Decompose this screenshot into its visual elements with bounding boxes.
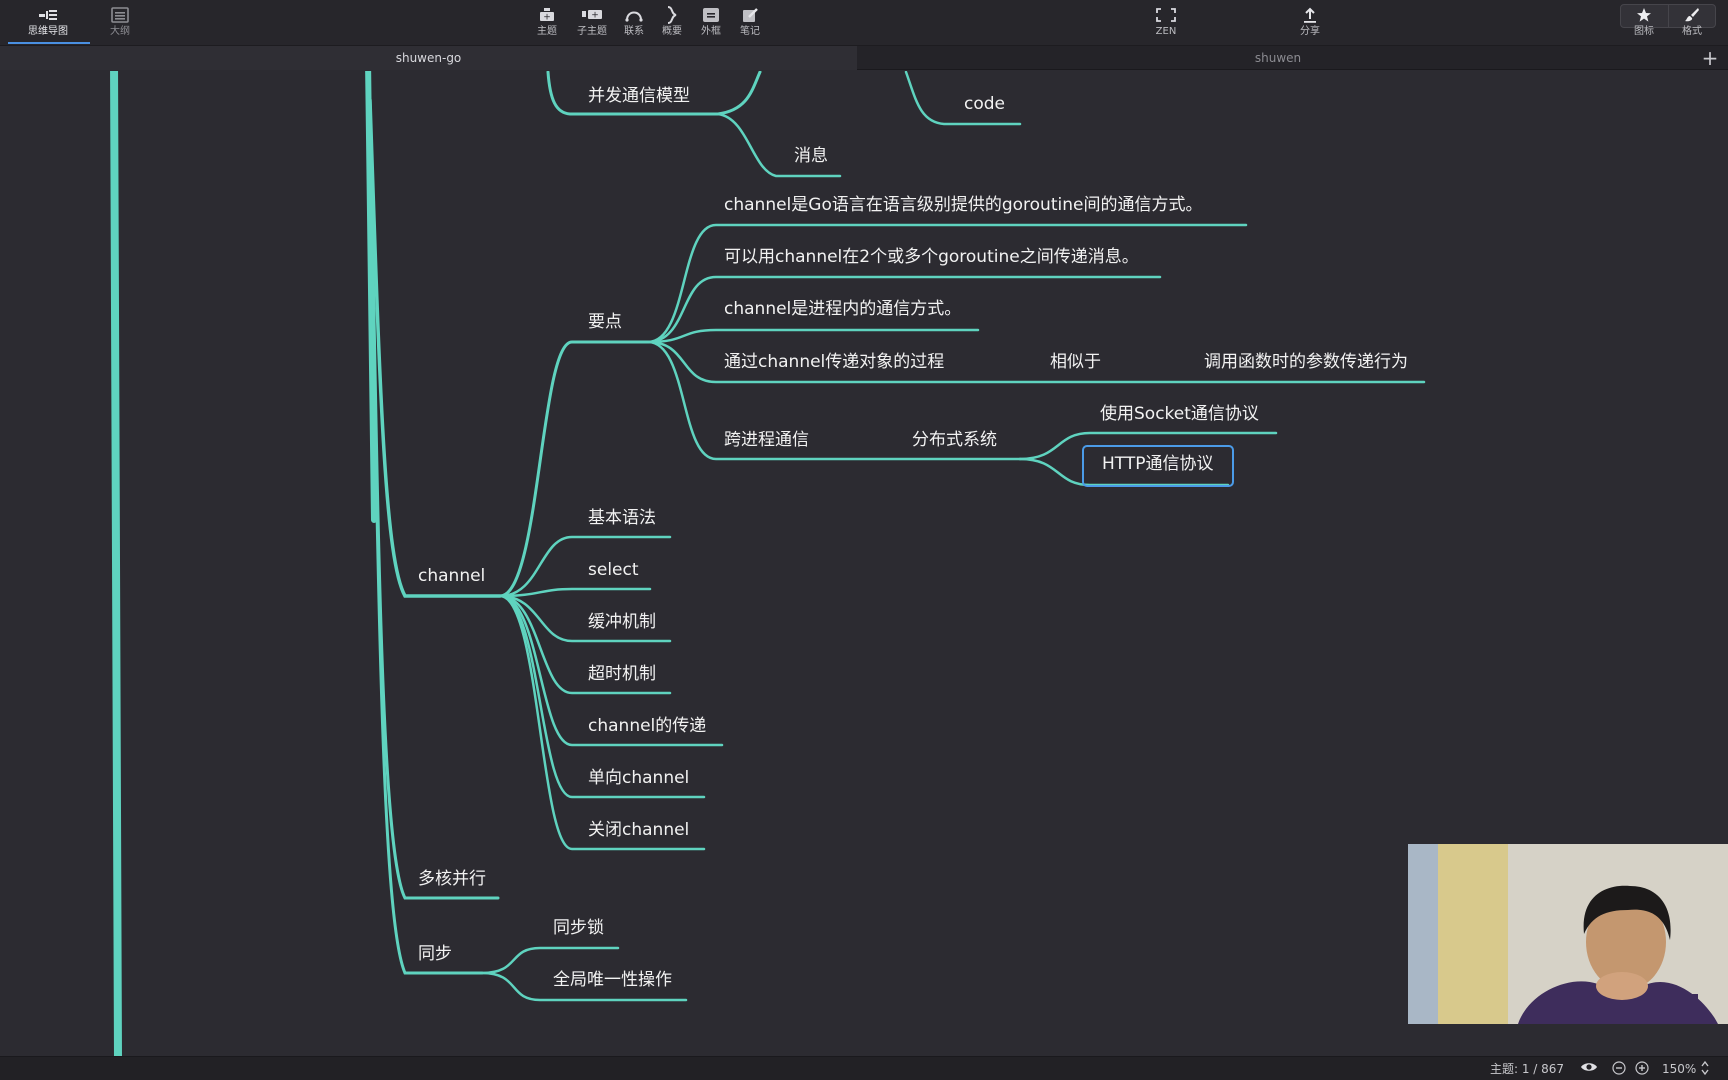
topic-point-2[interactable]: 可以用channel在2个或多个goroutine之间传递消息。 bbox=[724, 246, 1139, 268]
mindmap-icon bbox=[37, 4, 59, 26]
topic-basic-syntax[interactable]: 基本语法 bbox=[588, 507, 656, 529]
svg-text:+: + bbox=[543, 13, 551, 23]
yaodian-connector bbox=[498, 340, 650, 598]
summary-button[interactable]: 概要 bbox=[658, 4, 686, 44]
topic-point-1[interactable]: channel是Go语言在语言级别提供的goroutine间的通信方式。 bbox=[724, 194, 1202, 216]
select-connector bbox=[498, 587, 652, 598]
app-window: 思维导图 大纲 + 主题 + 子主题 联系 概要 外框 笔记 ZEN 分享 图标… bbox=[0, 0, 1728, 1080]
zoom-level[interactable]: 150% bbox=[1662, 1061, 1696, 1077]
topic-ipc[interactable]: 跨进程通信 bbox=[724, 429, 809, 451]
insert-subtopic-label: 子主题 bbox=[577, 26, 607, 37]
zoom-out-icon[interactable] bbox=[1612, 1061, 1626, 1077]
boundary-button[interactable]: 外框 bbox=[697, 4, 725, 44]
topic-similar[interactable]: 相似于 bbox=[1050, 351, 1101, 373]
notes-button[interactable]: 笔记 bbox=[736, 4, 764, 44]
boundary-label: 外框 bbox=[701, 26, 721, 37]
status-bar: 主题: 1 / 867 150% bbox=[0, 1056, 1728, 1080]
insert-topic-label: 主题 bbox=[537, 26, 557, 37]
tongbu-connector bbox=[368, 98, 484, 975]
topic-select[interactable]: select bbox=[588, 559, 639, 581]
zoom-stepper-icon[interactable] bbox=[1700, 1060, 1710, 1076]
notes-icon bbox=[741, 4, 759, 26]
topic-channel[interactable]: channel bbox=[418, 565, 485, 587]
relationship-button[interactable]: 联系 bbox=[620, 4, 648, 44]
share-icon bbox=[1303, 4, 1317, 26]
topic-point-4[interactable]: 通过channel传递对象的过程 bbox=[724, 351, 944, 373]
icons-panel-label: 图标 bbox=[1634, 26, 1654, 37]
zen-mode-label: ZEN bbox=[1155, 26, 1177, 37]
summary-icon bbox=[666, 4, 678, 26]
topic-http-selected[interactable]: HTTP通信协议 bbox=[1082, 445, 1234, 487]
topic-multicore[interactable]: 多核并行 bbox=[418, 868, 486, 890]
webcam-overlay bbox=[1408, 844, 1728, 1024]
tab-label: shuwen-go bbox=[395, 51, 462, 65]
p1-connector bbox=[646, 223, 1248, 344]
share-button[interactable]: 分享 bbox=[1296, 4, 1324, 44]
relationship-label: 联系 bbox=[624, 26, 644, 37]
eye-icon[interactable] bbox=[1580, 1060, 1598, 1076]
zen-mode-button[interactable]: ZEN bbox=[1150, 4, 1182, 44]
topic-close-channel[interactable]: 关闭channel bbox=[588, 819, 689, 841]
star-icon bbox=[1636, 4, 1652, 26]
toolbar: 思维导图 大纲 + 主题 + 子主题 联系 概要 外框 笔记 ZEN 分享 图标… bbox=[0, 0, 1728, 46]
subtopic-icon: + bbox=[581, 4, 603, 26]
topic-timeout[interactable]: 超时机制 bbox=[588, 663, 656, 685]
insert-subtopic-button[interactable]: + 子主题 bbox=[572, 4, 612, 44]
view-mindmap-button[interactable]: 思维导图 bbox=[20, 4, 76, 44]
topic-point-3[interactable]: channel是进程内的通信方式。 bbox=[724, 298, 961, 320]
zen-icon bbox=[1156, 4, 1176, 26]
insert-topic-button[interactable]: + 主题 bbox=[532, 4, 562, 44]
summary-label: 概要 bbox=[662, 26, 682, 37]
tab-shuwen[interactable]: shuwen bbox=[858, 46, 1698, 70]
webcam-video-image bbox=[1408, 844, 1728, 1024]
view-mindmap-label: 思维导图 bbox=[28, 26, 68, 37]
topic-xiaoxi[interactable]: 消息 bbox=[794, 145, 828, 167]
topic-unidirectional[interactable]: 单向channel bbox=[588, 767, 689, 789]
icons-panel-button[interactable]: 图标 bbox=[1628, 4, 1660, 44]
share-label: 分享 bbox=[1300, 26, 1320, 37]
notes-label: 笔记 bbox=[740, 26, 760, 37]
boundary-icon bbox=[702, 4, 720, 26]
view-outline-label: 大纲 bbox=[110, 26, 130, 37]
topic-sync-lock[interactable]: 同步锁 bbox=[553, 917, 604, 939]
topic-icon: + bbox=[538, 4, 556, 26]
root-branch-line bbox=[110, 71, 122, 1056]
tab-shuwen-go[interactable]: shuwen-go bbox=[0, 46, 857, 70]
topic-yaodian[interactable]: 要点 bbox=[588, 311, 622, 333]
topic-distributed[interactable]: 分布式系统 bbox=[912, 429, 997, 451]
topic-count: 主题: 1 / 867 bbox=[1490, 1062, 1565, 1076]
topic-socket[interactable]: 使用Socket通信协议 bbox=[1100, 403, 1259, 425]
p3-connector bbox=[646, 328, 980, 344]
document-tabs: shuwen-go shuwen + bbox=[0, 46, 1728, 70]
topic-sync[interactable]: 同步 bbox=[418, 943, 452, 965]
relationship-icon bbox=[624, 4, 644, 26]
svg-text:+: + bbox=[591, 11, 599, 21]
format-panel-button[interactable]: 格式 bbox=[1676, 4, 1708, 44]
topic-channel-pass[interactable]: channel的传递 bbox=[588, 715, 706, 737]
topic-code[interactable]: code bbox=[964, 93, 1005, 115]
outline-icon bbox=[111, 4, 129, 26]
tab-label: shuwen bbox=[1254, 51, 1302, 65]
format-panel-label: 格式 bbox=[1682, 26, 1702, 37]
topic-global-unique[interactable]: 全局唯一性操作 bbox=[553, 969, 672, 991]
topic-param-pass[interactable]: 调用函数时的参数传递行为 bbox=[1204, 351, 1408, 373]
add-tab-button[interactable]: + bbox=[1700, 48, 1720, 68]
channel-connector bbox=[368, 98, 502, 598]
view-outline-button[interactable]: 大纲 bbox=[100, 4, 140, 44]
topic-bingfa[interactable]: 并发通信模型 bbox=[588, 85, 690, 107]
topic-buffer[interactable]: 缓冲机制 bbox=[588, 611, 656, 633]
zoom-in-icon[interactable] bbox=[1635, 1061, 1649, 1077]
brush-icon bbox=[1684, 4, 1700, 26]
active-view-indicator bbox=[8, 42, 90, 44]
